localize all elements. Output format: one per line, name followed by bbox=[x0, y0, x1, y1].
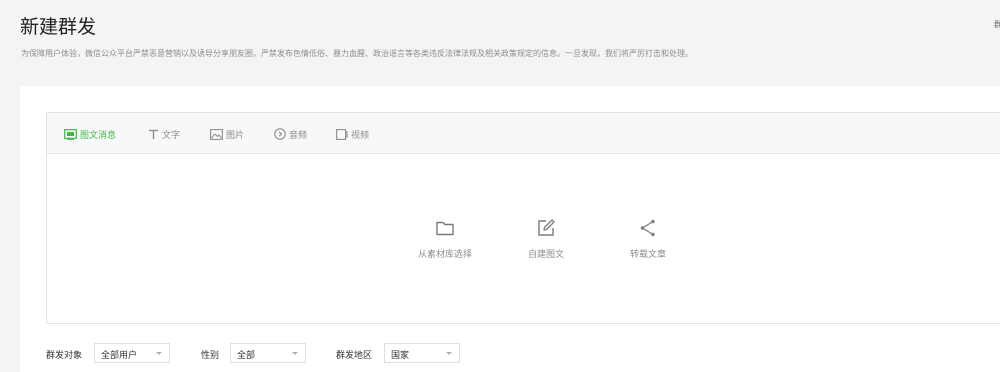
action-label: 从素材库选择 bbox=[417, 250, 472, 260]
region-label: 群发地区 bbox=[336, 351, 373, 361]
image-icon bbox=[210, 128, 226, 140]
edit-icon bbox=[535, 217, 557, 239]
repost-article-button[interactable]: 转载文章 bbox=[603, 217, 693, 260]
target-select[interactable]: 全部用户 bbox=[94, 343, 170, 363]
policy-notice: 为保障用户体验，微信公众平台严禁恶意营销以及诱导分享朋友圈，严禁发布色情低俗、暴… bbox=[21, 49, 693, 58]
tab-label: 图文消息 bbox=[80, 130, 117, 141]
audio-icon bbox=[274, 128, 289, 140]
tab-image[interactable]: 图片 bbox=[210, 126, 244, 142]
chevron-down-icon bbox=[292, 352, 298, 355]
chevron-down-icon bbox=[156, 352, 162, 355]
region-value: 国家 bbox=[391, 351, 410, 361]
mass-send-panel: 图文消息 文字 图片 音频 视频 从素材库选择 自建图文 转载文章 群发对象 全… bbox=[20, 86, 1000, 372]
message-type-tabs: 图文消息 文字 图片 音频 视频 bbox=[47, 113, 1000, 154]
tab-label: 音频 bbox=[289, 130, 308, 141]
target-label: 群发对象 bbox=[46, 351, 83, 361]
text-icon bbox=[148, 129, 162, 140]
region-select[interactable]: 国家 bbox=[384, 343, 460, 363]
create-article-button[interactable]: 自建图文 bbox=[501, 217, 591, 260]
tab-news[interactable]: 图文消息 bbox=[64, 126, 116, 142]
tab-text[interactable]: 文字 bbox=[148, 126, 180, 142]
gender-select[interactable]: 全部 bbox=[230, 343, 306, 363]
tab-audio[interactable]: 音频 bbox=[274, 126, 307, 142]
page-title: 新建群发 bbox=[20, 16, 97, 38]
header-corner-text: 群 bbox=[994, 20, 1000, 29]
action-label: 自建图文 bbox=[527, 250, 564, 260]
share-icon bbox=[637, 217, 659, 239]
chevron-down-icon bbox=[446, 352, 452, 355]
send-filters: 群发对象 全部用户 性别 全部 群发地区 国家 bbox=[46, 343, 1000, 365]
gender-value: 全部 bbox=[237, 351, 256, 361]
tab-label: 图片 bbox=[226, 130, 245, 141]
action-label: 转载文章 bbox=[629, 250, 666, 260]
news-icon bbox=[64, 128, 80, 140]
tab-video[interactable]: 视频 bbox=[336, 126, 369, 142]
tab-label: 视频 bbox=[351, 130, 370, 141]
tab-label: 文字 bbox=[162, 130, 181, 141]
message-editor: 图文消息 文字 图片 音频 视频 从素材库选择 自建图文 转载文章 bbox=[46, 112, 1000, 324]
video-icon bbox=[336, 128, 351, 140]
target-value: 全部用户 bbox=[101, 351, 138, 361]
folder-icon bbox=[434, 217, 456, 239]
gender-label: 性别 bbox=[201, 351, 220, 361]
select-from-library-button[interactable]: 从素材库选择 bbox=[400, 217, 490, 260]
